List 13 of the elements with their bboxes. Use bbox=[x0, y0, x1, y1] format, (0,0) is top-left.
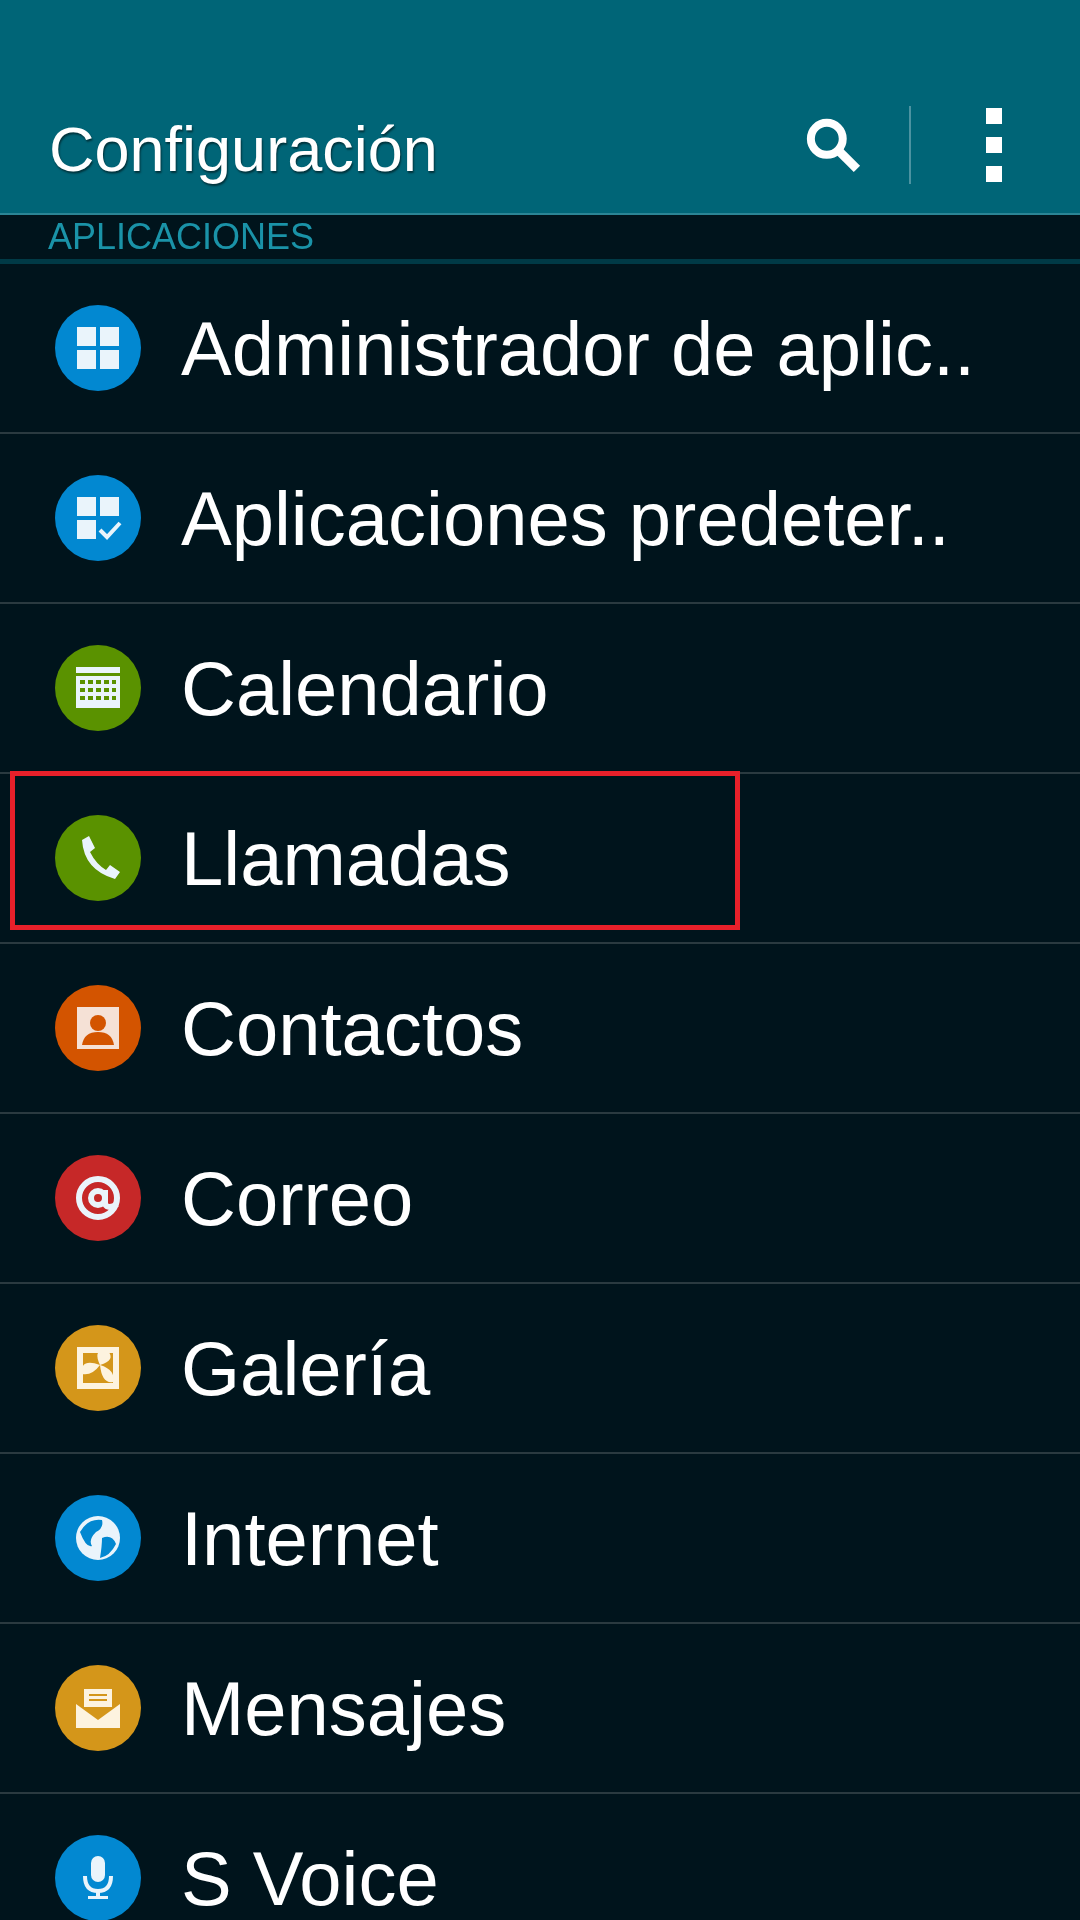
settings-item[interactable]: Galería bbox=[0, 1284, 1080, 1454]
settings-item[interactable]: Correo bbox=[0, 1114, 1080, 1284]
settings-item[interactable]: Llamadas bbox=[0, 774, 1080, 944]
screen-title: Configuración bbox=[49, 113, 438, 185]
settings-item[interactable]: Mensajes bbox=[0, 1624, 1080, 1794]
settings-item[interactable]: Aplicaciones predeter.. bbox=[0, 434, 1080, 604]
settings-item[interactable]: S Voice bbox=[0, 1794, 1080, 1920]
settings-item[interactable]: Calendario bbox=[0, 604, 1080, 774]
settings-item[interactable]: Internet bbox=[0, 1454, 1080, 1624]
settings-item[interactable]: Contactos bbox=[0, 944, 1080, 1114]
more-options-icon[interactable] bbox=[986, 108, 1002, 182]
section-header: APLICACIONES bbox=[48, 217, 315, 257]
settings-item[interactable]: Administrador de aplic.. bbox=[0, 264, 1080, 434]
